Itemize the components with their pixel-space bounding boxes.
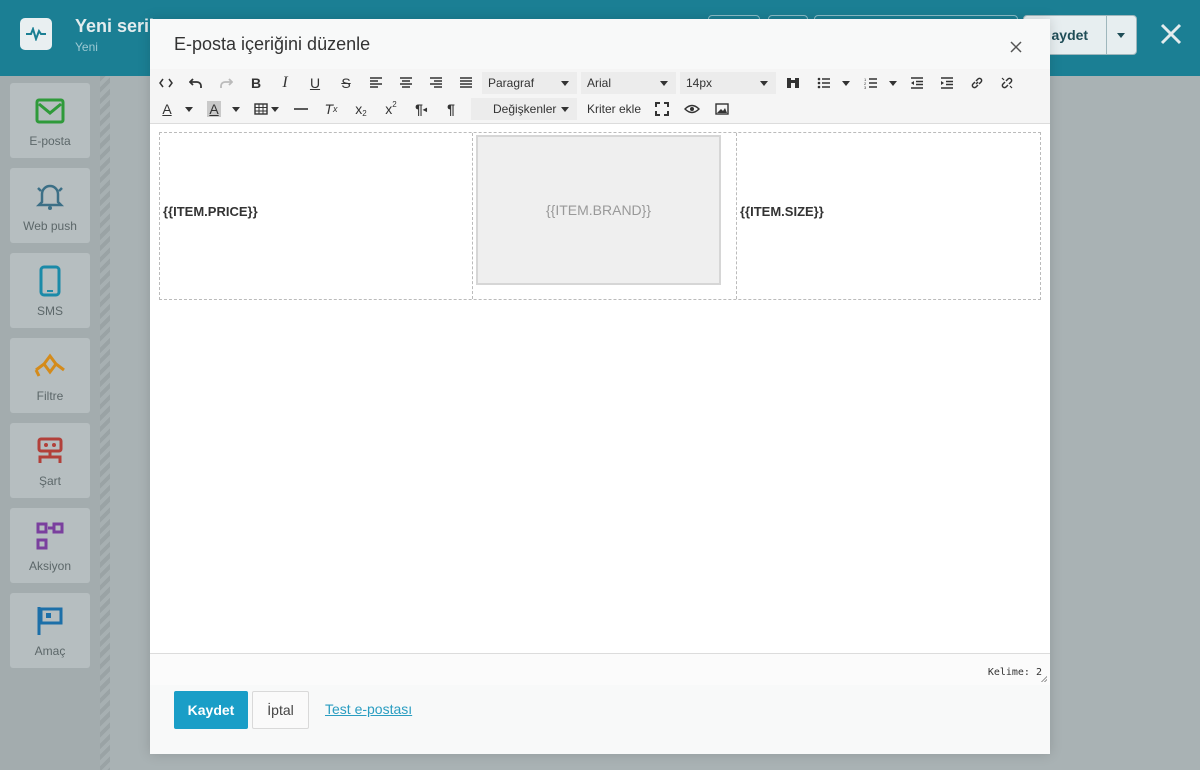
font-family-select[interactable]: Arial — [581, 72, 676, 94]
sidebar-item-label: Şart — [38, 474, 61, 488]
edit-email-dialog: E-posta içeriğini düzenle B I U S Paragr… — [150, 19, 1050, 754]
variables-label: Değişkenler — [493, 102, 557, 116]
sidebar-item-action[interactable]: Aksiyon — [10, 508, 90, 583]
unlink-icon[interactable] — [995, 72, 1019, 94]
dialog-footer: Kaydet İptal Test e-postası — [150, 685, 1050, 754]
code-view-icon[interactable] — [154, 72, 178, 94]
bullet-list-icon[interactable] — [812, 72, 836, 94]
editor-content-area[interactable]: {{ITEM.PRICE}} {{ITEM.BRAND}} {{ITEM.SIZ… — [150, 125, 1050, 653]
editor-toolbar: B I U S Paragraf Arial 14px 1 2 3 A A T … — [150, 69, 1050, 124]
clear-formatting-icon[interactable]: Tx — [319, 98, 343, 120]
chevron-down-icon[interactable] — [889, 81, 897, 86]
workflow-title[interactable]: Yeni seril — [75, 16, 154, 37]
bold-icon[interactable]: B — [244, 72, 268, 94]
redo-icon[interactable] — [214, 72, 238, 94]
align-center-icon[interactable] — [394, 72, 418, 94]
align-left-icon[interactable] — [364, 72, 388, 94]
variables-dropdown[interactable]: Değişkenler — [471, 98, 577, 120]
chevron-down-icon[interactable] — [185, 107, 193, 112]
sidebar-item-label: E-posta — [29, 134, 71, 148]
editor-statusbar: Kelime: 2 — [150, 653, 1050, 685]
action-arrows-icon — [36, 522, 64, 550]
dialog-header: E-posta içeriğini düzenle — [150, 19, 1050, 69]
table-cell[interactable]: {{ITEM.SIZE}} — [737, 133, 1040, 299]
goal-flag-icon — [37, 607, 63, 635]
dialog-title: E-posta içeriğini düzenle — [174, 34, 371, 54]
item-brand-placeholder[interactable]: {{ITEM.BRAND}} — [476, 135, 721, 285]
condition-robot-icon — [37, 437, 63, 463]
subscript-icon[interactable]: x2 — [349, 98, 373, 120]
sidebar-item-label: Web push — [23, 219, 77, 233]
sidebar-item-label: SMS — [36, 304, 63, 318]
background-color-icon[interactable]: A — [202, 98, 226, 120]
superscript-icon[interactable]: x2 — [379, 98, 403, 120]
sidebar-item-label: Aksiyon — [28, 559, 72, 573]
svg-text:3: 3 — [864, 85, 867, 89]
envelope-icon — [35, 98, 65, 124]
strikethrough-icon[interactable]: S — [334, 72, 358, 94]
chevron-down-icon[interactable] — [842, 81, 850, 86]
sidebar-item-web-push[interactable]: Web push — [10, 168, 90, 243]
sidebar-item-label: Amaç — [34, 644, 66, 658]
image-icon[interactable] — [710, 98, 734, 120]
activity-pulse-icon[interactable] — [20, 18, 52, 50]
sidebar-item-condition[interactable]: Şart — [10, 423, 90, 498]
outdent-icon[interactable] — [905, 72, 929, 94]
numbered-list-icon[interactable]: 123 — [859, 72, 883, 94]
filter-branch-icon — [34, 353, 65, 377]
save-button[interactable]: Kaydet — [174, 691, 248, 729]
paragraph-format-value: Paragraf — [488, 76, 535, 90]
horizontal-line-icon[interactable] — [289, 98, 313, 120]
sidebar-item-email[interactable]: E-posta — [10, 83, 90, 158]
chevron-down-icon[interactable] — [1105, 16, 1136, 54]
font-family-value: Arial — [587, 76, 612, 90]
underline-icon[interactable]: U — [303, 72, 327, 94]
sidebar-item-goal[interactable]: Amaç — [10, 593, 90, 668]
add-criteria-button[interactable]: Kriter ekle — [587, 98, 641, 120]
preview-eye-icon[interactable] — [680, 98, 704, 120]
font-color-icon[interactable]: A — [155, 98, 179, 120]
content-table[interactable]: {{ITEM.PRICE}} {{ITEM.BRAND}} {{ITEM.SIZ… — [159, 132, 1041, 300]
paragraph-format-select[interactable]: Paragraf — [482, 72, 577, 94]
paragraph-direction-icon[interactable]: ¶ ◂ — [409, 98, 433, 120]
word-count: Kelime: 2 — [987, 667, 1042, 678]
test-email-link[interactable]: Test e-postası — [325, 701, 412, 717]
item-size-variable[interactable]: {{ITEM.SIZE}} — [740, 204, 824, 219]
align-right-icon[interactable] — [424, 72, 448, 94]
sidebar-item-label: Filtre — [36, 389, 64, 403]
close-icon[interactable] — [1006, 37, 1026, 57]
align-justify-icon[interactable] — [454, 72, 478, 94]
sidebar-item-filter[interactable]: Filtre — [10, 338, 90, 413]
show-blocks-icon[interactable]: ¶ — [439, 98, 463, 120]
link-icon[interactable] — [965, 72, 989, 94]
undo-icon[interactable] — [184, 72, 208, 94]
mobile-phone-icon — [39, 265, 61, 297]
table-cell[interactable]: {{ITEM.BRAND}} — [473, 133, 737, 299]
font-size-select[interactable]: 14px — [680, 72, 776, 94]
chevron-down-icon[interactable] — [271, 107, 279, 112]
find-binoculars-icon[interactable] — [781, 72, 805, 94]
fullscreen-icon[interactable] — [650, 98, 674, 120]
italic-icon[interactable]: I — [273, 72, 297, 94]
item-price-variable[interactable]: {{ITEM.PRICE}} — [163, 204, 258, 219]
cancel-button[interactable]: İptal — [252, 691, 309, 729]
resize-grip-icon[interactable] — [1041, 676, 1047, 682]
indent-icon[interactable] — [935, 72, 959, 94]
bell-icon — [35, 184, 65, 210]
close-icon[interactable] — [1155, 18, 1187, 50]
table-icon[interactable] — [249, 98, 273, 120]
sidebar-divider — [100, 76, 110, 770]
font-size-value: 14px — [686, 76, 713, 90]
sidebar-item-sms[interactable]: SMS — [10, 253, 90, 328]
table-cell[interactable]: {{ITEM.PRICE}} — [160, 133, 473, 299]
chevron-down-icon[interactable] — [232, 107, 240, 112]
workflow-status: Yeni — [75, 40, 98, 54]
